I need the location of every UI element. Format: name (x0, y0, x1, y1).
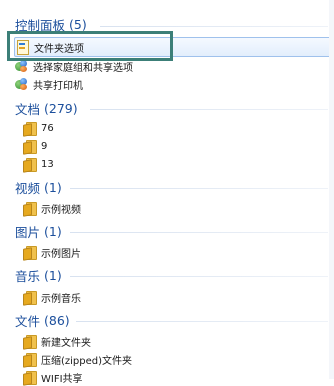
folder-options-icon (15, 40, 29, 55)
result-item-folder-options[interactable]: 文件夹选项 (14, 37, 334, 57)
result-item-label: 示例音乐 (41, 293, 81, 305)
group-header-files[interactable]: 文件 (86) (15, 311, 70, 330)
folder-icon (22, 121, 37, 137)
result-item-label: 压缩(zipped)文件夹 (41, 355, 133, 367)
group-title: 视频 (15, 181, 41, 196)
result-item-document[interactable]: 76 (22, 119, 314, 137)
result-item-label: 9 (41, 140, 48, 152)
folder-icon (22, 201, 37, 217)
result-item-label: 示例视频 (41, 204, 81, 216)
result-item-homegroup[interactable]: 选择家庭组和共享选项 (14, 57, 306, 75)
group-count: (1) (44, 180, 62, 195)
result-item-label: WIFI共享 (41, 373, 83, 385)
result-item-document[interactable]: 13 (22, 155, 314, 173)
group-header-pictures[interactable]: 图片 (1) (15, 222, 62, 241)
group-count: (1) (44, 268, 62, 283)
group-divider (90, 109, 328, 110)
result-item-label: 13 (41, 158, 54, 170)
result-item-picture[interactable]: 示例图片 (22, 243, 314, 261)
result-item-file[interactable]: 压缩(zipped)文件夹 (22, 350, 314, 368)
group-title: 文件 (15, 314, 41, 329)
result-item-music[interactable]: 示例音乐 (22, 288, 314, 306)
group-count: (1) (44, 224, 62, 239)
result-item-document[interactable]: 9 (22, 137, 314, 155)
scroll-edge (329, 0, 334, 379)
group-count: (279) (44, 101, 78, 116)
group-title: 图片 (15, 225, 41, 240)
result-item-label: 新建文件夹 (41, 337, 91, 349)
result-item-file[interactable]: 新建文件夹 (22, 332, 314, 350)
folder-icon (22, 290, 37, 306)
group-title: 控制面板 (15, 18, 66, 33)
group-divider (100, 26, 328, 27)
group-divider (70, 188, 328, 189)
search-results-panel: 控制面板 (5) 文件夹选项 选择家庭组和共享选项 共享打印机 文档 (279)… (0, 0, 334, 386)
group-title: 文档 (15, 102, 41, 117)
result-item-video[interactable]: 示例视频 (22, 199, 314, 217)
group-divider (76, 321, 328, 322)
group-divider (70, 232, 328, 233)
result-item-share-printer[interactable]: 共享打印机 (14, 75, 306, 93)
group-divider (70, 276, 328, 277)
group-header-documents[interactable]: 文档 (279) (15, 99, 78, 118)
folder-icon (22, 334, 37, 350)
result-item-label: 文件夹选项 (34, 43, 84, 55)
folder-icon (22, 352, 37, 368)
share-printer-icon (14, 77, 28, 91)
group-header-control-panel[interactable]: 控制面板 (5) (15, 15, 87, 34)
result-item-label: 示例图片 (41, 248, 81, 260)
result-item-label: 76 (41, 122, 54, 134)
group-header-videos[interactable]: 视频 (1) (15, 178, 62, 197)
group-count: (5) (69, 17, 87, 32)
result-item-label: 共享打印机 (33, 80, 83, 92)
group-count: (86) (44, 313, 70, 328)
folder-icon (22, 139, 37, 155)
folder-icon (22, 245, 37, 261)
group-title: 音乐 (15, 269, 41, 284)
homegroup-icon (14, 59, 28, 73)
result-item-label: 选择家庭组和共享选项 (33, 62, 133, 74)
folder-icon (22, 157, 37, 173)
result-item-file[interactable]: WIFI共享 (22, 368, 314, 386)
folder-icon (22, 370, 37, 386)
group-header-music[interactable]: 音乐 (1) (15, 266, 62, 285)
